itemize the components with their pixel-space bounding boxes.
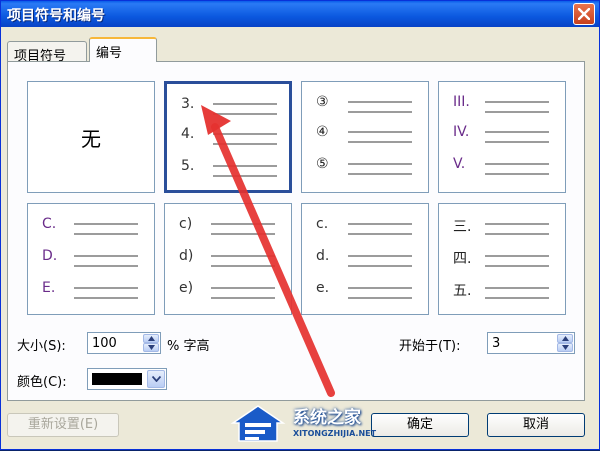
close-button[interactable] [573, 3, 595, 25]
start-input[interactable] [490, 334, 551, 352]
start-spinner[interactable] [487, 332, 575, 354]
arrow-up-icon [148, 336, 155, 341]
list-marker: 四. [453, 251, 472, 267]
chevron-down-icon [152, 376, 161, 382]
list-marker: ④ [316, 124, 329, 140]
watermark-title: 系统之家 [293, 408, 361, 428]
color-dropdown-button[interactable] [147, 370, 165, 388]
ok-button[interactable]: 确定 [371, 413, 469, 437]
numbering-option-lower-alpha[interactable]: c. d. e. [301, 203, 429, 315]
color-swatch [92, 373, 142, 385]
watermark: 系统之家 XITONGZHIJIA.NET [229, 401, 379, 449]
numbering-option-chinese[interactable]: 三. 四. 五. [438, 203, 566, 315]
list-marker: d) [179, 248, 194, 264]
list-marker: V. [453, 156, 466, 172]
spin-down-button[interactable] [143, 343, 159, 352]
list-marker: ③ [316, 94, 329, 110]
cancel-button[interactable]: 取消 [487, 413, 585, 437]
list-marker: III. [453, 94, 470, 110]
watermark-url: XITONGZHIJIA.NET [293, 429, 377, 438]
spin-down-button[interactable] [557, 343, 573, 352]
none-label: 无 [81, 126, 101, 151]
list-marker: e) [179, 280, 194, 296]
start-spin-buttons[interactable] [557, 334, 573, 352]
list-marker: c) [179, 216, 193, 232]
list-marker: d. [316, 248, 330, 264]
list-marker: c. [316, 216, 329, 232]
list-marker: 三. [453, 219, 472, 235]
color-select[interactable] [87, 368, 167, 390]
arrow-down-icon [148, 345, 155, 350]
window-title: 项目符号和编号 [7, 8, 105, 24]
size-input[interactable] [90, 334, 141, 352]
tab-numbering[interactable]: 编号 [89, 37, 157, 62]
size-spin-buttons[interactable] [143, 334, 159, 352]
list-marker: IV. [453, 124, 470, 140]
start-label: 开始于(T): [399, 339, 461, 354]
tab-bullets[interactable]: 项目符号 [7, 41, 87, 64]
list-marker: 5. [181, 158, 195, 174]
arrow-down-icon [562, 345, 569, 350]
list-marker: 五. [453, 283, 472, 299]
size-label: 大小(S): [17, 339, 66, 354]
numbering-option-roman[interactable]: III. IV. V. [438, 81, 566, 193]
numbering-option-upper-alpha[interactable]: C. D. E. [27, 203, 155, 315]
list-marker: C. [42, 216, 57, 232]
bullets-numbering-dialog: 项目符号和编号 项目符号 编号 无 3. 4. 5. ③ ④ ⑤ III. IV… [0, 0, 600, 450]
numbering-option-arabic[interactable]: 3. 4. 5. [164, 81, 292, 193]
list-marker: ⑤ [316, 156, 329, 172]
list-marker: D. [42, 248, 58, 264]
numbering-option-none[interactable]: 无 [27, 81, 155, 193]
list-marker: e. [316, 280, 330, 296]
list-marker: 4. [181, 126, 195, 142]
close-icon [578, 8, 590, 20]
tab-numbering-label: 编号 [96, 46, 123, 61]
size-spinner[interactable] [87, 332, 161, 354]
numbering-option-lower-alpha-paren[interactable]: c) d) e) [164, 203, 292, 315]
house-logo-icon [230, 405, 286, 442]
list-marker: 3. [181, 96, 195, 112]
size-suffix: % 字高 [167, 339, 210, 354]
numbering-option-circled[interactable]: ③ ④ ⑤ [301, 81, 429, 193]
title-bar: 项目符号和编号 [1, 1, 599, 27]
list-marker: E. [42, 280, 56, 296]
spin-up-button[interactable] [143, 334, 159, 343]
color-label: 颜色(C): [17, 375, 67, 390]
spin-up-button[interactable] [557, 334, 573, 343]
arrow-up-icon [562, 336, 569, 341]
reset-button[interactable]: 重新设置(E) [7, 413, 119, 437]
